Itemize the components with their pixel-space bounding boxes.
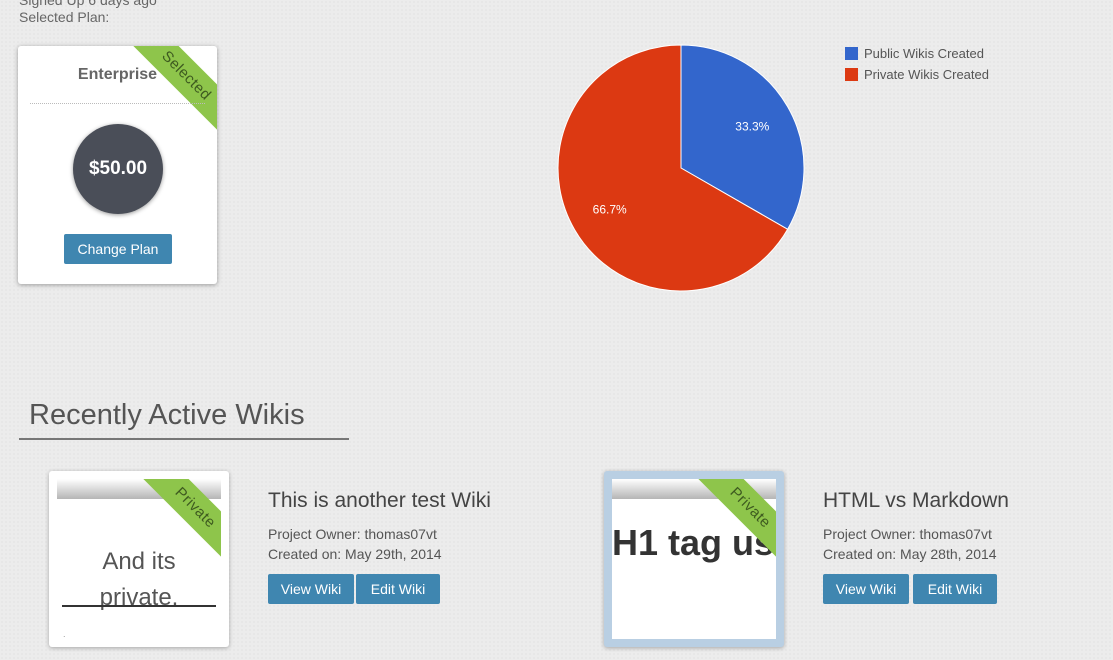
view-wiki-button[interactable]: View Wiki <box>823 574 909 604</box>
wiki-thumbnail[interactable]: And its private. . Private <box>49 471 229 647</box>
thumbnail-rule <box>62 605 216 607</box>
private-ribbon-label: Private <box>692 479 776 563</box>
pie-slice-label-private: 66.7% <box>593 202 627 216</box>
legend-label-private: Private Wikis Created <box>864 67 989 82</box>
section-title: Recently Active Wikis <box>29 399 305 431</box>
wiki-created-date: Created on: May 29th, 2014 <box>268 546 442 562</box>
wiki-thumbnail[interactable]: H1 tag using Mardown Private <box>604 471 784 647</box>
legend-item-private: Private Wikis Created <box>845 64 989 85</box>
wiki-title[interactable]: HTML vs Markdown <box>823 489 1009 513</box>
private-ribbon: Private <box>137 479 221 563</box>
private-ribbon-label: Private <box>137 479 221 563</box>
wiki-owner: Project Owner: thomas07vt <box>268 526 437 542</box>
pie-slice-label-public: 33.3% <box>735 120 769 134</box>
chart-legend: Public Wikis Created Private Wikis Creat… <box>845 43 989 85</box>
wiki-created-date: Created on: May 28th, 2014 <box>823 546 997 562</box>
legend-swatch-private <box>845 68 858 81</box>
view-wiki-button[interactable]: View Wiki <box>268 574 354 604</box>
edit-wiki-button[interactable]: Edit Wiki <box>913 574 997 604</box>
legend-swatch-public <box>845 47 858 60</box>
private-ribbon: Private <box>692 479 776 563</box>
thumbnail-dot: . <box>63 629 66 639</box>
section-rule <box>19 438 349 440</box>
legend-item-public: Public Wikis Created <box>845 43 989 64</box>
wiki-title[interactable]: This is another test Wiki <box>268 489 491 513</box>
legend-label-public: Public Wikis Created <box>864 46 984 61</box>
edit-wiki-button[interactable]: Edit Wiki <box>356 574 440 604</box>
wiki-owner: Project Owner: thomas07vt <box>823 526 992 542</box>
